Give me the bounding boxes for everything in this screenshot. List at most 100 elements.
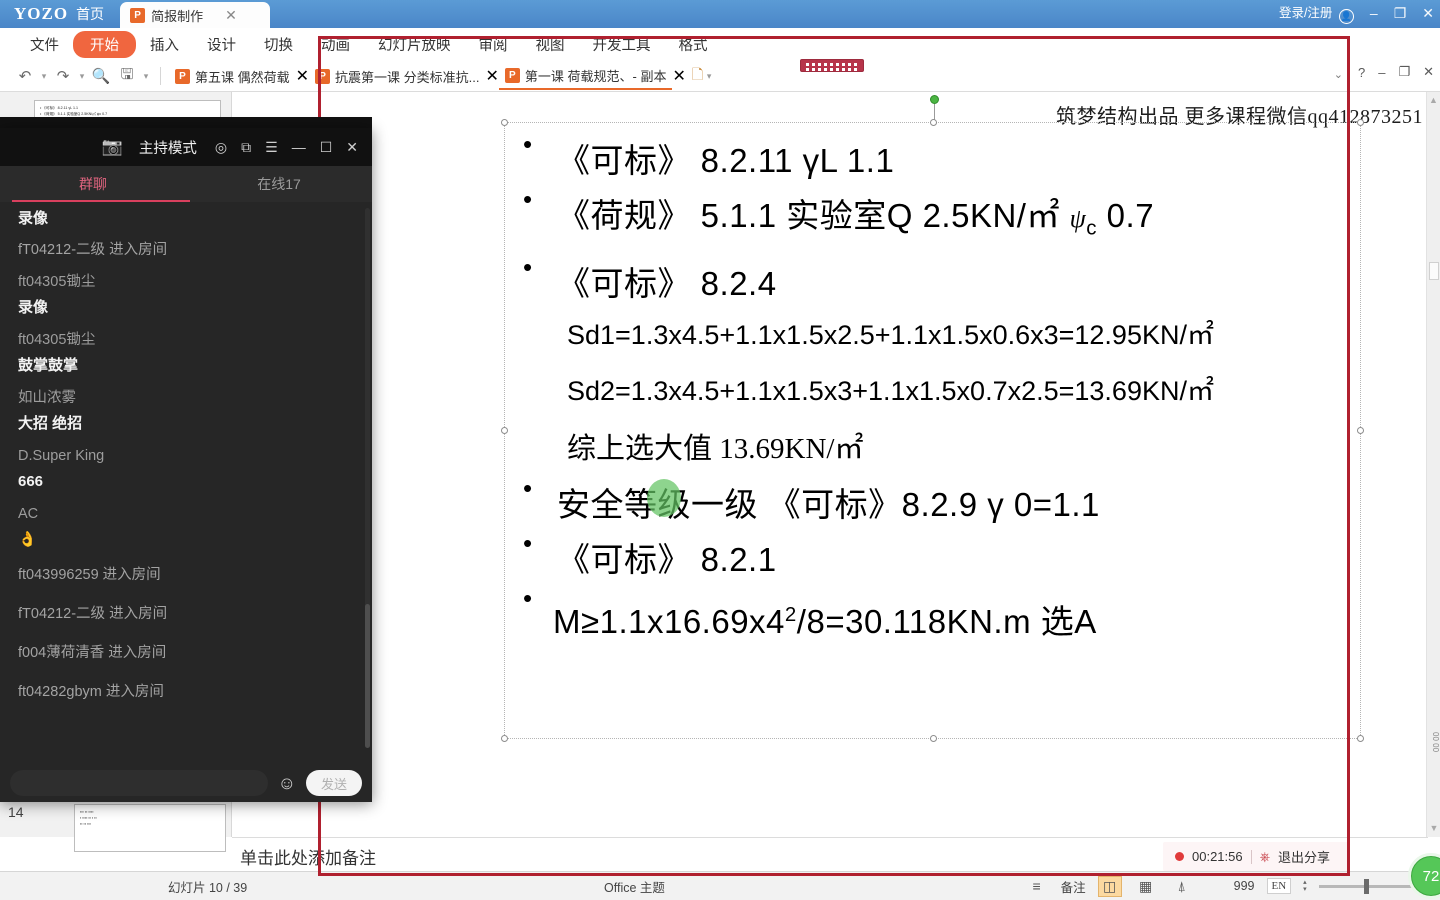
menu-icon[interactable]: ☰ (265, 139, 278, 156)
zoom-value[interactable]: 999 (1234, 879, 1255, 893)
save-icon[interactable]: 🖫 (114, 64, 140, 88)
slide-line-4[interactable]: Sd1=1.3x4.5+1.1x1.5x2.5+1.1x1.5x0.6x3=12… (505, 315, 1360, 355)
share-recording-bar: 00:21:56 ⎈ 退出分享 (1163, 842, 1350, 871)
list-item: 如山浓雾 大招 绝招 (0, 386, 372, 436)
slide-line-text: 综上选大值 13.69KN/ (567, 432, 835, 465)
restore-icon[interactable]: ❐ (1394, 5, 1407, 22)
menu-item-view[interactable]: 视图 (522, 31, 579, 58)
resize-handle-s[interactable] (930, 735, 937, 742)
new-document-icon[interactable]: 🗋 (692, 64, 703, 88)
slide-line-unit: ㎡ (834, 432, 864, 465)
list-item: fT04212-二级 进入房间 (0, 231, 372, 270)
file-tab-0[interactable]: P 第五课 偶然荷载 (169, 64, 296, 89)
normal-view-icon[interactable]: ◫ (1097, 875, 1122, 897)
close-icon[interactable]: ✕ (346, 139, 358, 156)
menu-item-format[interactable]: 格式 (665, 31, 722, 58)
ribbon-collapse-icon[interactable]: ⌄ (1334, 68, 1343, 81)
meeting-chat-window[interactable]: 📷 主持模式 ◎ ⧉ ☰ — ☐ ✕ 群聊 在线17 录像 fT04212-二级… (0, 128, 372, 802)
slide-line-1[interactable]: 《可标》 8.2.11 γL 1.1 (505, 131, 1360, 188)
system-message: fT04212-二级 进入房间 (18, 242, 168, 258)
zoom-stepper[interactable]: ▴ ▾ (1303, 879, 1307, 893)
slide-line-5[interactable]: Sd2=1.3x4.5+1.1x1.5x3+1.1x1.5x0.7x2.5=13… (505, 371, 1360, 411)
slide-thumbnail[interactable]: ▪▪▪ ▪▪ ▪▪▪▪ ▪ ▪▪▪▪ ▪▪ ▪ ▪▪ ▪▪ ▪▪ ▪▪▪ (74, 804, 226, 852)
scroll-down-icon[interactable]: ▼ (1427, 823, 1440, 833)
menu-item-developer[interactable]: 开发工具 (579, 31, 665, 58)
more-icon[interactable]: ▾ (140, 71, 152, 82)
menu-item-home[interactable]: 开始 (73, 31, 136, 58)
slide-line-7[interactable]: 安全等级一级 《可标》8.2.9 γ 0=1.1 (505, 475, 1360, 532)
reading-view-icon[interactable]: ⍋ (1170, 876, 1194, 897)
list-item: ft043996259 进入房间 (0, 556, 372, 595)
close-icon[interactable]: ✕ (485, 66, 498, 86)
scroll-up-icon[interactable]: ▲ (1427, 95, 1440, 105)
close-icon[interactable]: ✕ (672, 66, 685, 86)
smiley-icon[interactable]: ☺ (278, 773, 296, 794)
menu-item-review[interactable]: 审阅 (465, 31, 522, 58)
chat-message-input[interactable] (10, 770, 268, 796)
menu-item-transitions[interactable]: 切换 (250, 31, 307, 58)
slide-line-2[interactable]: 《荷规》 5.1.1 实验室Q 2.5KN/㎡ ψc 0.7 (505, 186, 1360, 256)
app-tab-presentation[interactable]: P 简报制作 ✕ (120, 2, 271, 28)
menu-item-file[interactable]: 文件 (16, 31, 73, 58)
help-icon[interactable]: ? (1358, 65, 1365, 80)
divider (160, 67, 161, 85)
slide-bullet-list[interactable]: 《可标》 8.2.11 γL 1.1 《荷规》 5.1.1 实验室Q 2.5KN… (505, 123, 1360, 649)
target-icon[interactable]: ◎ (215, 139, 227, 156)
slide-line-3[interactable]: 《可标》 8.2.4 (505, 254, 1360, 311)
close-icon[interactable]: ✕ (1423, 64, 1434, 80)
maximize-icon[interactable]: ☐ (320, 139, 333, 156)
resize-handle-sw[interactable] (501, 735, 508, 742)
print-preview-icon[interactable]: 🔍 (88, 64, 114, 88)
close-icon[interactable]: ✕ (1422, 5, 1434, 22)
slide-canvas[interactable]: 筑梦结构出品 更多课程微信qq412873251 《可标》 8.2.11 γL … (232, 92, 1428, 837)
chevron-down-icon[interactable]: ▾ (76, 71, 88, 82)
resize-handle-se[interactable] (1357, 735, 1364, 742)
slide-line-9[interactable]: M≥1.1x16.69x42/8=30.118KN.m 选A (505, 585, 1360, 649)
zoom-slider[interactable] (1318, 878, 1415, 894)
send-button[interactable]: 发送 (306, 770, 362, 796)
home-link[interactable]: 首页 (76, 4, 104, 24)
slide-surface[interactable]: 筑梦结构出品 更多课程微信qq412873251 《可标》 8.2.11 γL … (344, 92, 1423, 814)
tab-group-chat[interactable]: 群聊 (0, 174, 186, 194)
menu-item-design[interactable]: 设计 (193, 31, 250, 58)
restore-icon[interactable]: ❐ (1398, 64, 1410, 80)
file-tab-2[interactable]: P 第一课 荷载规范、- 副本 (498, 63, 673, 90)
slide-line-6[interactable]: 综上选大值 13.69KN/㎡ (505, 429, 1360, 469)
tab-online-members[interactable]: 在线17 (186, 174, 372, 194)
system-message: f004薄荷清香 进入房间 (18, 645, 167, 661)
resize-handle-ne[interactable] (1357, 119, 1364, 126)
close-icon[interactable]: ✕ (225, 7, 237, 24)
chat-scrollbar[interactable] (365, 208, 370, 748)
ribbon-drag-grip[interactable] (800, 59, 864, 72)
chat-tab-bar: 群聊 在线17 (0, 166, 372, 202)
redo-icon[interactable]: ↷ (50, 64, 76, 88)
rotation-handle[interactable] (930, 95, 939, 104)
menu-item-insert[interactable]: 插入 (136, 31, 193, 58)
resize-handle-n[interactable] (930, 119, 937, 126)
exit-share-button[interactable]: 退出分享 (1278, 847, 1330, 866)
minimize-icon[interactable]: – (1378, 65, 1385, 80)
presentation-icon: P (504, 67, 520, 83)
chevron-down-icon[interactable]: ▾ (38, 71, 50, 82)
timer-badge-value: 72 (1422, 867, 1440, 885)
ime-indicator[interactable]: EN (1266, 878, 1292, 894)
close-icon[interactable]: ✕ (296, 66, 309, 86)
scrollbar-thumb[interactable] (1429, 262, 1439, 280)
chat-message-list[interactable]: 录像 fT04212-二级 进入房间 ft04305锄尘 录像 ft04305锄… (0, 202, 372, 764)
undo-icon[interactable]: ↶ (12, 64, 38, 88)
minimize-icon[interactable]: – (1370, 5, 1378, 21)
resize-handle-nw[interactable] (501, 119, 508, 126)
content-placeholder-textbox[interactable]: 《可标》 8.2.11 γL 1.1 《荷规》 5.1.1 实验室Q 2.5KN… (501, 119, 1364, 742)
login-register-button[interactable]: 登录/注册 👤 (1279, 2, 1354, 24)
slide-sorter-icon[interactable]: ▦ (1134, 876, 1158, 897)
chevron-down-icon[interactable]: ▾ (703, 71, 715, 82)
notes-label[interactable]: 备注 (1061, 877, 1086, 896)
notes-icon[interactable]: ≡ (1025, 876, 1049, 897)
slide-line-8[interactable]: 《可标》 8.2.1 (505, 530, 1360, 587)
file-tab-1[interactable]: P 抗震第一课 分类标准抗... (309, 64, 485, 89)
menu-item-animations[interactable]: 动画 (307, 31, 364, 58)
minimize-icon[interactable]: — (292, 139, 306, 155)
popout-icon[interactable]: ⧉ (241, 139, 251, 156)
canvas-scrollbar[interactable]: ▲ 00 00 ▼ (1426, 92, 1440, 837)
menu-item-slideshow[interactable]: 幻灯片放映 (364, 31, 465, 58)
